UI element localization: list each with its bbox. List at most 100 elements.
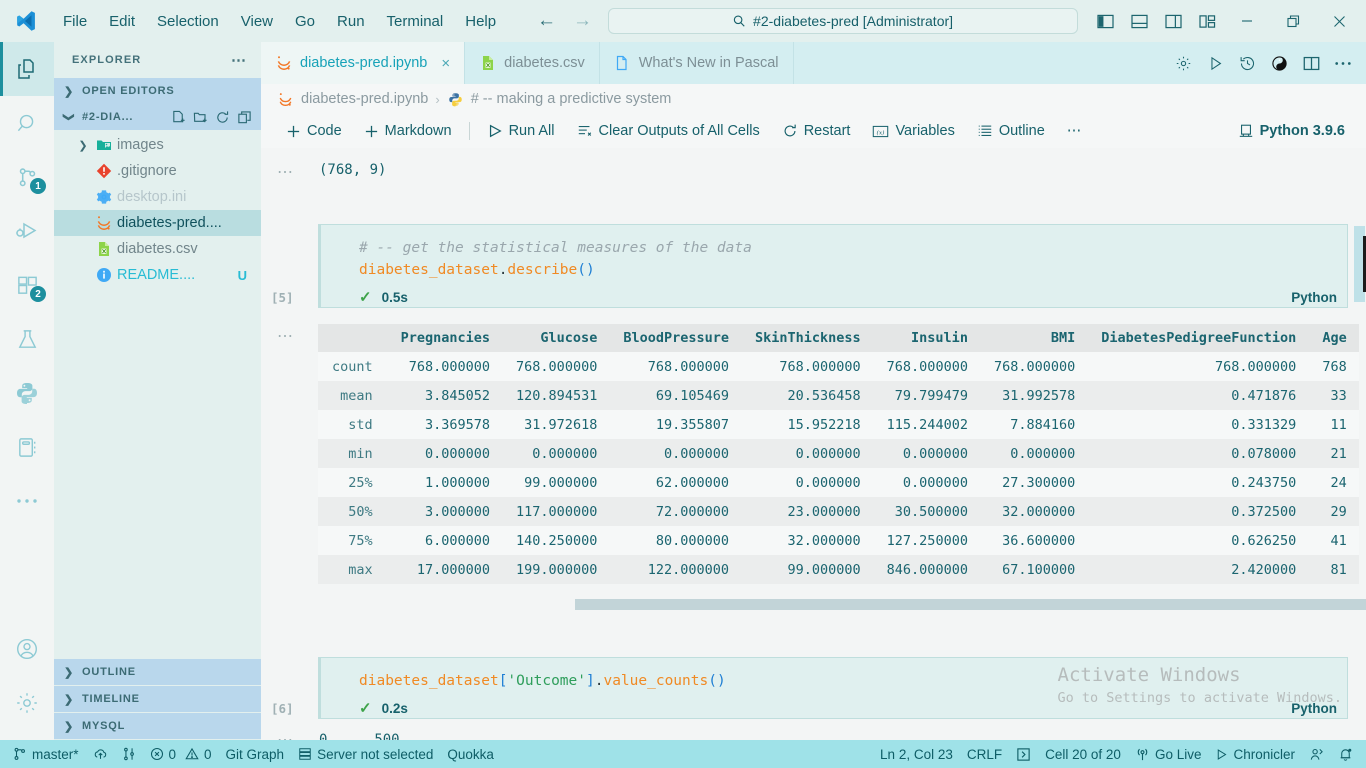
window-minimize-button[interactable]	[1224, 0, 1270, 42]
code-cell-value-counts[interactable]: diabetes_dataset['Outcome'].value_counts…	[271, 657, 1348, 719]
output-gutter-dots[interactable]: ⋯	[277, 162, 294, 182]
status-chronicler[interactable]: Chronicler	[1208, 740, 1302, 768]
title-bar: File Edit Selection View Go Run Terminal…	[0, 0, 1366, 42]
sidebar-section-open-editors[interactable]: ❯ OPEN EDITORS	[54, 78, 261, 104]
menu-help[interactable]: Help	[454, 9, 507, 34]
sidebar-section-timeline[interactable]: ❯ TIMELINE	[54, 686, 261, 712]
tree-row-gitignore[interactable]: .gitignore	[54, 158, 261, 184]
panel-right-icon[interactable]	[1156, 6, 1190, 36]
sidebar-section-mysql[interactable]: ❯ MYSQL	[54, 713, 261, 739]
kernel-button[interactable]: Python 3.9.6	[1227, 118, 1356, 144]
activity-item-database[interactable]	[0, 420, 54, 474]
table-horizontal-scrollbar[interactable]	[575, 599, 1366, 610]
notebook-vertical-scrollbar[interactable]	[1352, 148, 1366, 740]
panel-left-icon[interactable]	[1088, 6, 1122, 36]
menu-go[interactable]: Go	[284, 9, 326, 34]
arrow-right-icon[interactable]: →	[572, 10, 594, 32]
window-restore-button[interactable]	[1270, 0, 1316, 42]
activity-item-accounts[interactable]	[0, 622, 54, 676]
activity-item-settings[interactable]	[0, 676, 54, 730]
run-icon[interactable]	[1200, 48, 1230, 78]
contrast-icon[interactable]	[1264, 48, 1294, 78]
ellipsis-icon[interactable]	[1328, 48, 1358, 78]
add-markdown-cell-button[interactable]: Markdown	[353, 118, 463, 144]
close-icon[interactable]: ×	[441, 55, 450, 72]
status-eol[interactable]: CRLF	[960, 740, 1009, 768]
activity-item-testing[interactable]	[0, 312, 54, 366]
status-go-live[interactable]: Go Live	[1128, 740, 1209, 768]
gear-icon[interactable]	[1168, 48, 1198, 78]
kernel-selector[interactable]: Python 3.9.6	[1227, 118, 1366, 144]
window-close-button[interactable]	[1316, 0, 1362, 42]
history-icon[interactable]	[1232, 48, 1262, 78]
activity-item-run-debug[interactable]	[0, 204, 54, 258]
cell-language-badge[interactable]: Python	[1291, 290, 1337, 305]
activity-item-source-control[interactable]: 1	[0, 150, 54, 204]
status-notifications[interactable]	[1331, 740, 1360, 768]
toolbar-more-button[interactable]: ⋯	[1056, 118, 1093, 144]
activity-item-extensions[interactable]: 2	[0, 258, 54, 312]
code-cell-describe[interactable]: # -- get the statistical measures of the…	[271, 224, 1348, 308]
status-git-compare[interactable]	[115, 740, 143, 768]
status-cursor-position[interactable]: Ln 2, Col 23	[873, 740, 960, 768]
cell-language-badge[interactable]: Python	[1291, 701, 1337, 716]
activity-item-explorer[interactable]	[0, 42, 54, 96]
cell-value: 17.000000	[386, 555, 503, 584]
breadcrumb-symbol[interactable]: # -- making a predictive system	[471, 91, 672, 107]
sidebar-section-folder[interactable]: ❯ #2-DIA...	[54, 104, 261, 130]
menu-terminal[interactable]: Terminal	[376, 9, 455, 34]
cell-source[interactable]: diabetes_dataset['Outcome'].value_counts…	[321, 658, 1347, 696]
activity-item-search[interactable]	[0, 96, 54, 150]
menu-file[interactable]: File	[52, 9, 98, 34]
tree-row-images[interactable]: ❯ images	[54, 132, 261, 158]
menu-view[interactable]: View	[230, 9, 284, 34]
status-sync[interactable]	[86, 740, 115, 768]
tree-row-diabetes-csv[interactable]: diabetes.csv	[54, 236, 261, 262]
new-folder-icon[interactable]	[193, 110, 208, 125]
menu-selection[interactable]: Selection	[146, 9, 230, 34]
ellipsis-icon[interactable]: ⋯	[231, 51, 247, 69]
status-git-graph[interactable]: Git Graph	[219, 740, 292, 768]
tab-diabetes-pred-ipynb[interactable]: diabetes-pred.ipynb ×	[261, 42, 466, 84]
menu-run[interactable]: Run	[326, 9, 376, 34]
split-editor-icon[interactable]	[1296, 48, 1326, 78]
dataframe-output[interactable]: Pregnancies Glucose BloodPressure SkinTh…	[318, 324, 1366, 584]
variables-button[interactable]: (x) Variables	[861, 118, 965, 144]
breadcrumb-file[interactable]: diabetes-pred.ipynb	[301, 91, 428, 107]
table-output-gutter-dots[interactable]: ⋯	[277, 326, 294, 346]
new-file-icon[interactable]	[171, 110, 186, 125]
status-remote[interactable]	[1302, 740, 1331, 768]
tab-diabetes-csv[interactable]: diabetes.csv	[465, 42, 600, 84]
add-code-cell-button[interactable]: Code	[275, 118, 353, 144]
cell-source[interactable]: # -- get the statistical measures of the…	[321, 225, 1347, 285]
menu-edit[interactable]: Edit	[98, 9, 146, 34]
tree-row-diabetes-pred-ipynb[interactable]: diabetes-pred....	[54, 210, 261, 236]
panel-bottom-icon[interactable]	[1122, 6, 1156, 36]
collapse-all-icon[interactable]	[237, 110, 252, 125]
cell-value: 79.799479	[872, 381, 980, 410]
tab-whats-new-in-pascal[interactable]: What's New in Pascal	[600, 42, 794, 84]
outline-button[interactable]: Outline	[966, 118, 1056, 144]
arrow-left-icon[interactable]: ←	[536, 10, 558, 32]
status-notebook-indicator[interactable]	[1009, 740, 1038, 768]
status-quokka[interactable]: Quokka	[440, 740, 501, 768]
status-cell-count[interactable]: Cell 20 of 20	[1038, 740, 1128, 768]
customize-layout-icon[interactable]	[1190, 6, 1224, 36]
activity-item-python[interactable]	[0, 366, 54, 420]
status-sql-server[interactable]: Server not selected	[291, 740, 440, 768]
tail-output-gutter-dots[interactable]: ⋯	[277, 730, 294, 740]
command-center[interactable]: #2-diabetes-pred [Administrator]	[607, 8, 1078, 34]
status-branch[interactable]: master*	[6, 740, 86, 768]
restart-button[interactable]: Restart	[771, 118, 862, 144]
run-all-button[interactable]: Run All	[476, 118, 566, 144]
notebook-canvas[interactable]: ⋯ (768, 9) # -- get the statistical meas…	[261, 148, 1366, 740]
status-problems[interactable]: 0 0	[143, 740, 219, 768]
refresh-icon[interactable]	[215, 110, 230, 125]
tree-row-desktop-ini[interactable]: desktop.ini	[54, 184, 261, 210]
jupyter-icon	[95, 215, 112, 232]
branch-label: master*	[32, 746, 79, 762]
sidebar-section-outline[interactable]: ❯ OUTLINE	[54, 659, 261, 685]
activity-item-more[interactable]	[0, 474, 54, 528]
tree-row-readme[interactable]: README.... U	[54, 262, 261, 288]
clear-outputs-button[interactable]: Clear Outputs of All Cells	[566, 118, 771, 144]
